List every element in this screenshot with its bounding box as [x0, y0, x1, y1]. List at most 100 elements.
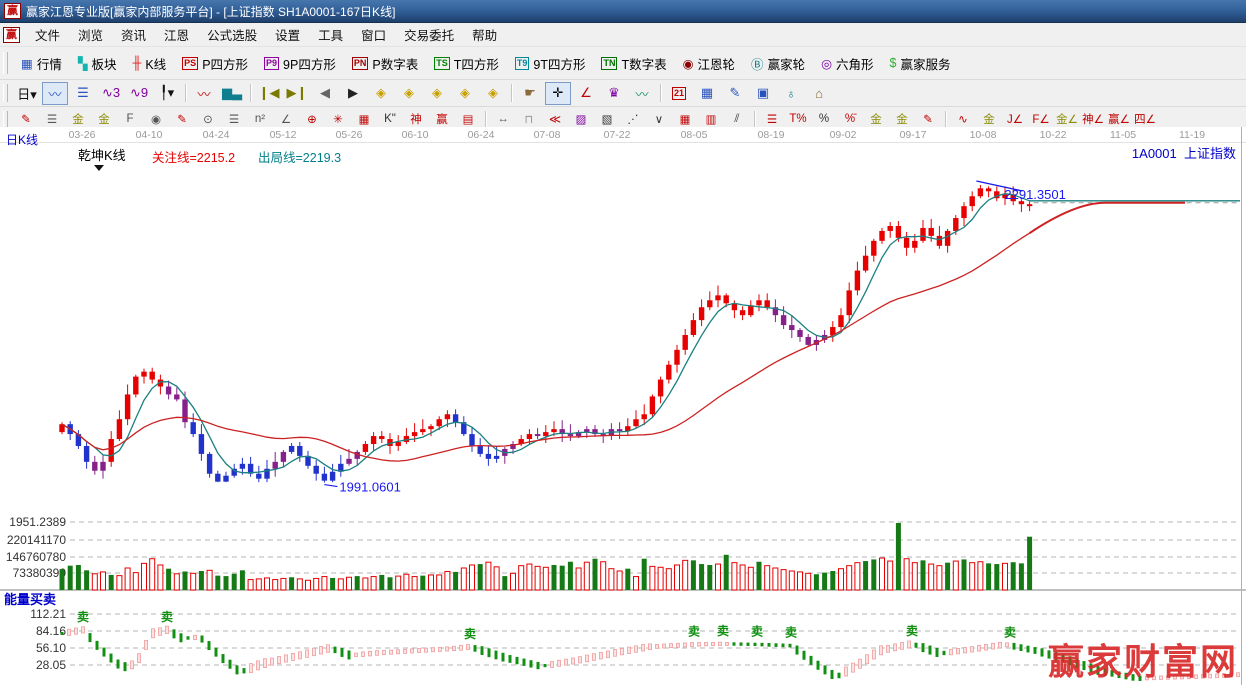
- grid-web-icon[interactable]: ▦: [352, 109, 376, 129]
- wave3-icon[interactable]: ∿3: [98, 82, 124, 105]
- remote-pc-icon[interactable]: ⌂: [806, 82, 832, 105]
- fan-box2-icon[interactable]: ▧: [595, 109, 619, 129]
- quotes-grid-button[interactable]: ▦行情: [13, 51, 70, 76]
- menu-item-file[interactable]: 文件: [26, 23, 69, 46]
- spiral-icon[interactable]: ◉: [144, 109, 168, 129]
- last-page-icon[interactable]: ▶❙: [284, 82, 310, 105]
- shen-grid-icon[interactable]: 神: [404, 109, 428, 129]
- indicator-dropdown-icon[interactable]: [94, 165, 104, 171]
- dense-grid-icon[interactable]: ▦: [673, 109, 697, 129]
- zoom-h-icon[interactable]: ◈: [424, 82, 450, 105]
- chart-canvas[interactable]: 03-2604-1004-2405-1205-2606-1006-2407-08…: [0, 127, 1246, 685]
- period-label[interactable]: 日K线: [6, 131, 38, 148]
- grid-ruler-icon[interactable]: ▥: [699, 109, 723, 129]
- zoom-x-icon[interactable]: ◈: [452, 82, 478, 105]
- notes-icon[interactable]: ✎: [722, 82, 748, 105]
- calculator-icon[interactable]: ▦: [694, 82, 720, 105]
- gold-grid2-icon[interactable]: 金: [92, 109, 116, 129]
- kline-button[interactable]: ╫K线: [124, 51, 174, 76]
- fib-grid-icon[interactable]: F: [118, 109, 142, 129]
- si-angle-icon[interactable]: 四∠: [1133, 109, 1157, 129]
- gold-angle-icon[interactable]: 金∠: [1055, 109, 1079, 129]
- k-prime-icon[interactable]: K": [378, 109, 402, 129]
- zoom-fit-icon[interactable]: ◈: [480, 82, 506, 105]
- prev-page-icon[interactable]: ◀: [312, 82, 338, 105]
- pen-chart-icon[interactable]: ✎: [170, 109, 194, 129]
- v-lines-icon[interactable]: ∨: [647, 109, 671, 129]
- zoom-right-icon[interactable]: ◈: [396, 82, 422, 105]
- gold-underline-icon[interactable]: 金: [977, 109, 1001, 129]
- menu-item-window[interactable]: 窗口: [352, 23, 395, 46]
- menu-item-tools[interactable]: 工具: [309, 23, 352, 46]
- crown-icon[interactable]: ♛: [601, 82, 627, 105]
- parallel-lines-icon[interactable]: ⫽: [725, 109, 749, 129]
- pen-tool-icon[interactable]: ✎: [14, 109, 38, 129]
- info-doc-icon[interactable]: ☰: [70, 82, 96, 105]
- trend-angle-icon[interactable]: ⋰: [621, 109, 645, 129]
- t9-square-button[interactable]: T99T四方形: [507, 51, 594, 76]
- ruler-lines-icon[interactable]: ☰: [40, 109, 64, 129]
- calendar-icon[interactable]: 21: [666, 82, 692, 105]
- percent-icon[interactable]: %: [812, 109, 836, 129]
- menu-item-news[interactable]: 资讯: [112, 23, 155, 46]
- gold-lines-icon[interactable]: 金: [890, 109, 914, 129]
- fan-lines-icon[interactable]: ≪: [543, 109, 567, 129]
- zoom-left-icon[interactable]: ◈: [368, 82, 394, 105]
- p9-square-button[interactable]: P99P四方形: [256, 51, 344, 76]
- gold-circle-icon[interactable]: 金: [864, 109, 888, 129]
- fan-box-icon[interactable]: ▨: [569, 109, 593, 129]
- brush-icon[interactable]: ✎: [916, 109, 940, 129]
- frame-tool-icon[interactable]: ⊓: [517, 109, 541, 129]
- hexagon-button[interactable]: ◎六角形: [813, 51, 881, 76]
- compass-angle-icon[interactable]: ∠: [573, 82, 599, 105]
- menu-item-formula-stock-pick[interactable]: 公式选股: [198, 23, 266, 46]
- volume-bar: [953, 561, 958, 590]
- save-icon[interactable]: ▣: [750, 82, 776, 105]
- t-square-button[interactable]: TST四方形: [426, 51, 507, 76]
- star-web-icon[interactable]: ✳: [326, 109, 350, 129]
- square-n2-icon[interactable]: n²: [248, 109, 272, 129]
- blue-pattern-icon[interactable]: 〰: [42, 82, 68, 105]
- crosshair-circle-icon[interactable]: ⊕: [300, 109, 324, 129]
- menu-item-trade-entrust[interactable]: 交易委托: [395, 23, 463, 46]
- next-page-icon[interactable]: ▶: [340, 82, 366, 105]
- price-list-icon[interactable]: ☰: [760, 109, 784, 129]
- percent-line-icon[interactable]: %̄: [838, 109, 862, 129]
- indicator-label[interactable]: 乾坤K线: [78, 145, 126, 164]
- f-angle-icon[interactable]: F∠: [1029, 109, 1053, 129]
- ying-grid-icon[interactable]: 赢: [430, 109, 454, 129]
- menu-item-gann[interactable]: 江恩: [155, 23, 198, 46]
- width-measure-icon[interactable]: ↔: [491, 109, 515, 129]
- menu-item-help[interactable]: 帮助: [463, 23, 506, 46]
- winner-service-button[interactable]: $赢家服务: [882, 51, 959, 76]
- teal-pattern-icon[interactable]: 〰: [629, 82, 655, 105]
- t-number-table-button[interactable]: TNT数字表: [593, 51, 674, 76]
- time-circle-icon[interactable]: ⊙: [196, 109, 220, 129]
- oscillator-mark: [824, 665, 827, 674]
- menu-item-browse[interactable]: 浏览: [69, 23, 112, 46]
- shen-angle-icon[interactable]: 神∠: [1081, 109, 1105, 129]
- period-day-dropdown[interactable]: 日▾: [14, 82, 40, 105]
- p-number-table-button[interactable]: PNP数字表: [344, 51, 426, 76]
- price-lines-icon[interactable]: ☰: [222, 109, 246, 129]
- sector-blocks-button[interactable]: ▚板块: [70, 51, 125, 76]
- first-page-icon[interactable]: ❙◀: [256, 82, 282, 105]
- wave-tool-icon[interactable]: ∿: [951, 109, 975, 129]
- winner-wheel-button[interactable]: Ⓑ赢家轮: [743, 51, 813, 76]
- ying-angle-icon[interactable]: 赢∠: [1107, 109, 1131, 129]
- red-pattern-icon[interactable]: 〰: [191, 82, 217, 105]
- gold-grid-icon[interactable]: 金: [66, 109, 90, 129]
- web-sync-icon[interactable]: ♁: [778, 82, 804, 105]
- crosshair-icon[interactable]: ✛: [545, 82, 571, 105]
- wave9-icon[interactable]: ∿9: [126, 82, 152, 105]
- date-ruler-icon[interactable]: ▤: [456, 109, 480, 129]
- j-angle-icon[interactable]: J∠: [1003, 109, 1027, 129]
- t-percent-icon[interactable]: T%: [786, 109, 810, 129]
- gann-wheel-button[interactable]: ◉江恩轮: [675, 51, 743, 76]
- menu-item-settings[interactable]: 设置: [266, 23, 309, 46]
- p-square-button[interactable]: PSP四方形: [174, 51, 256, 76]
- hand-icon[interactable]: ☛: [517, 82, 543, 105]
- angle-mirror-icon[interactable]: ∠: [274, 109, 298, 129]
- histogram-icon[interactable]: ▆▃: [219, 82, 245, 105]
- single-candle-dropdown[interactable]: ╿▾: [154, 82, 180, 105]
